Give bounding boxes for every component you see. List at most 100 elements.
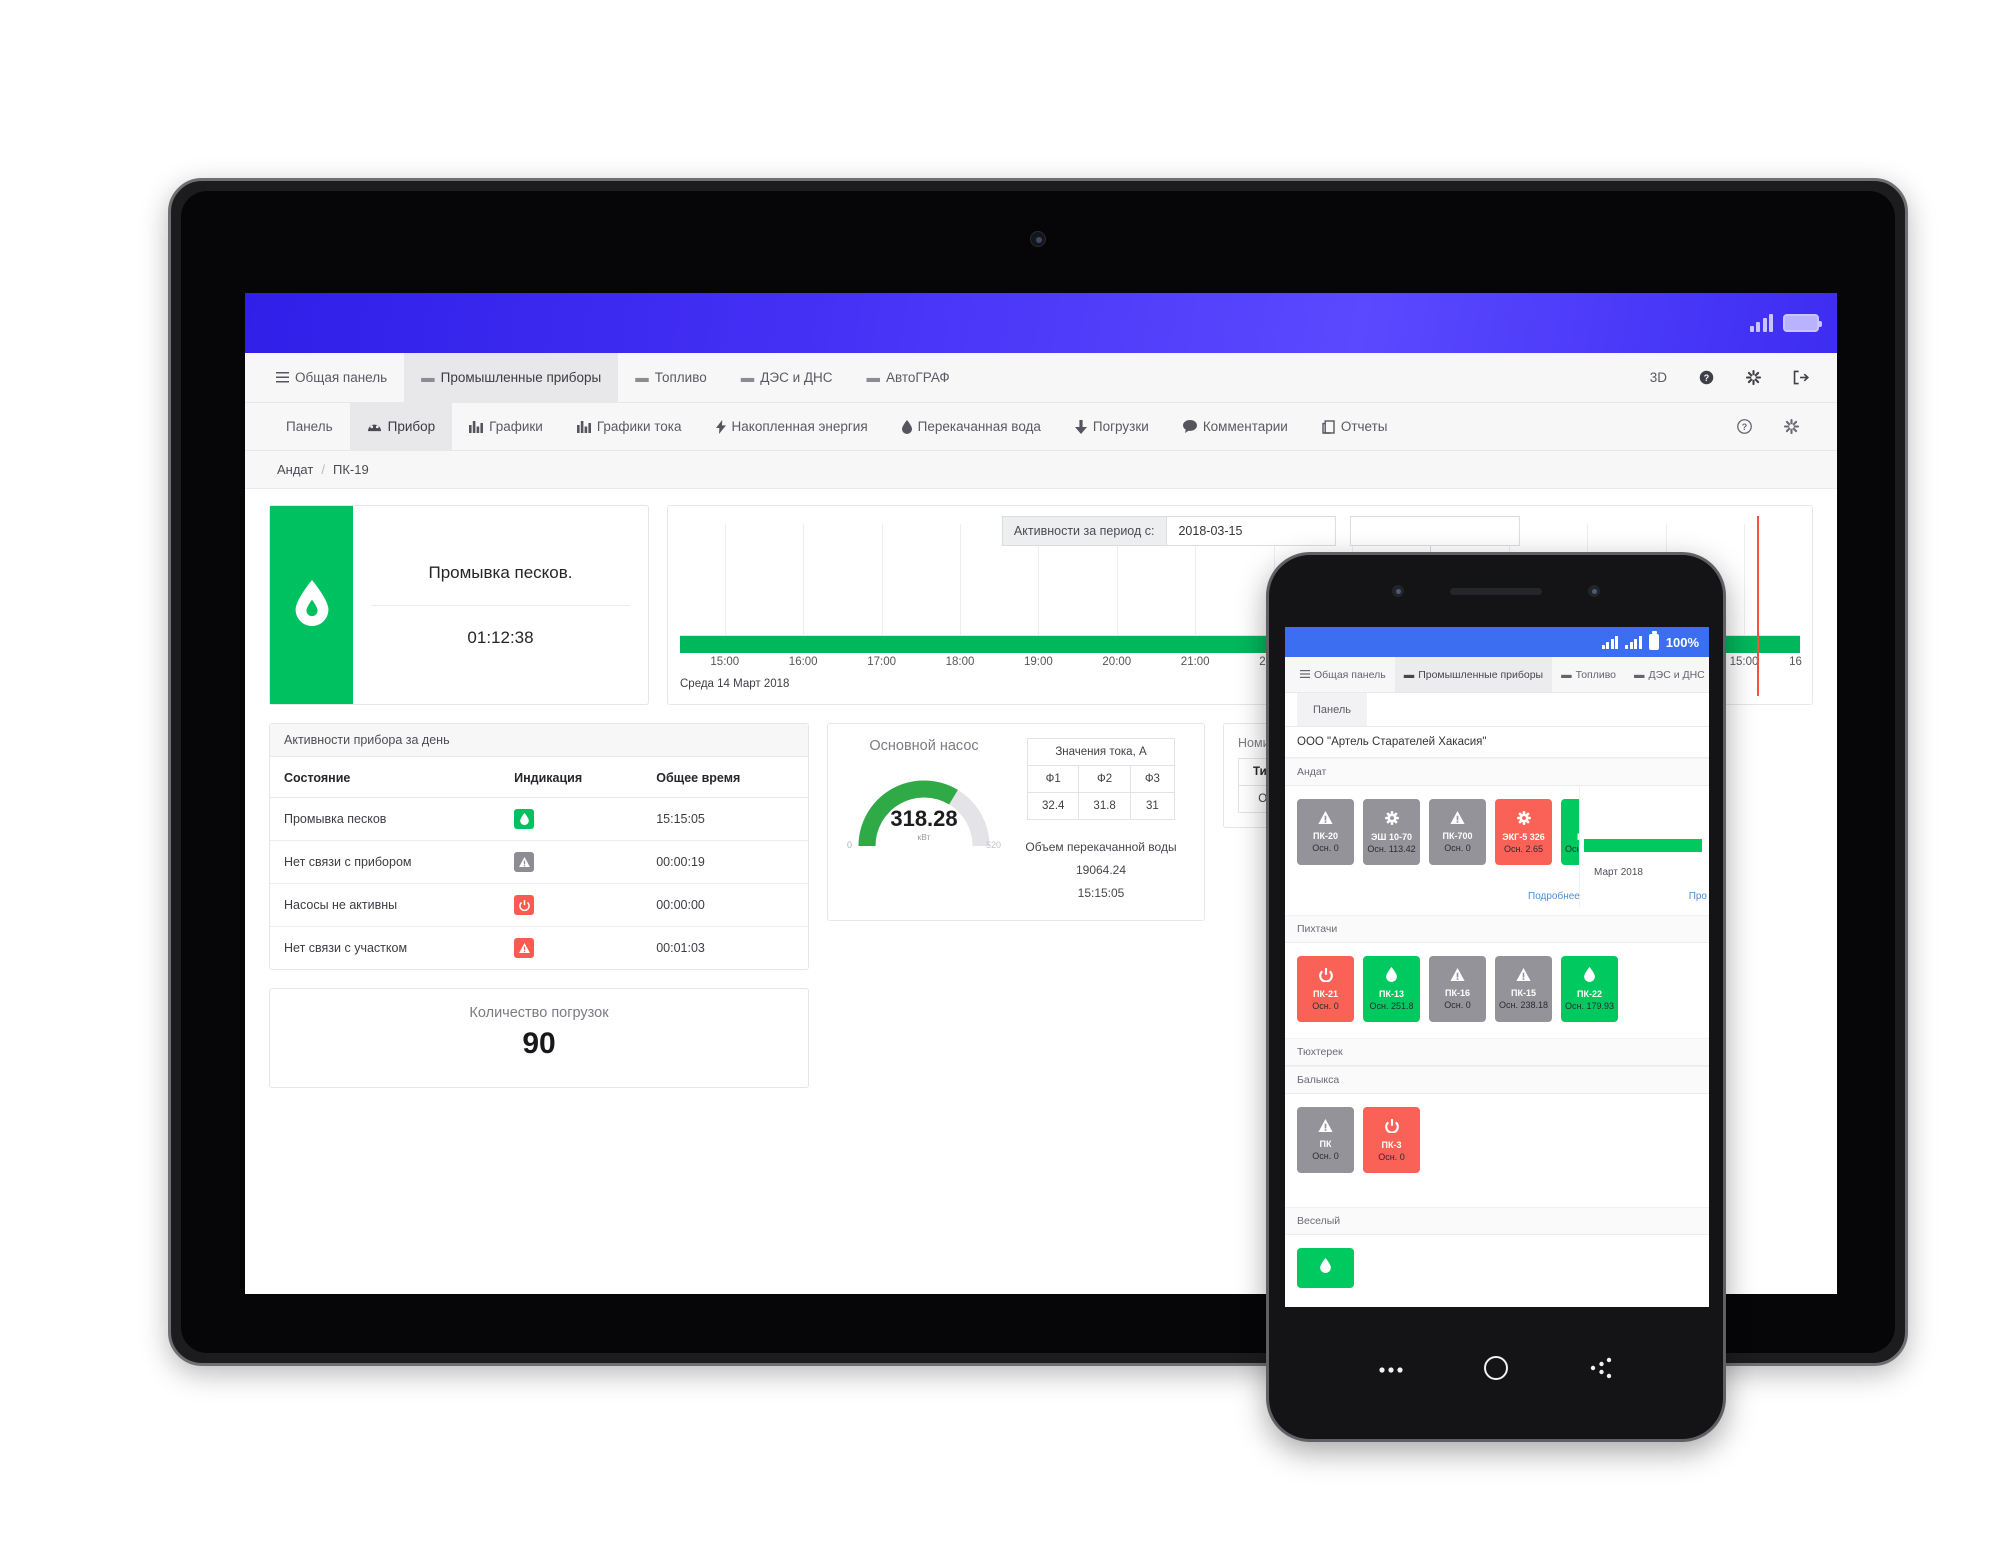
device-tile[interactable]: ПК-3 Осн. 0 <box>1363 1107 1420 1173</box>
device-tile[interactable]: ПК-700 Осн. 0 <box>1429 799 1486 865</box>
device-tile[interactable]: ПК-22 Осн. 179.93 <box>1561 956 1618 1022</box>
value-phase-3: 31 <box>1129 792 1175 820</box>
tab-accumulated-energy[interactable]: Накопленная энергия <box>699 403 885 450</box>
device-tile[interactable]: ПК-20 Осн. 0 <box>1297 799 1354 865</box>
warning-icon <box>1450 811 1465 828</box>
date-to-input[interactable] <box>1349 516 1520 546</box>
details-link-secondary[interactable]: Про <box>1689 891 1707 902</box>
logout-icon <box>1793 370 1809 385</box>
tick-label: 15:00 <box>710 656 740 668</box>
tick-label: 21:00 <box>1180 656 1210 668</box>
settings-button[interactable] <box>1732 370 1775 385</box>
home-icon[interactable] <box>1482 1354 1510 1387</box>
cell-state: Промывка песков <box>270 797 501 841</box>
device-tile[interactable]: ПК-13 Осн. 251.8 <box>1363 956 1420 1022</box>
help-button[interactable]: ? <box>1685 370 1728 385</box>
nav-label: Общая панель <box>295 370 388 385</box>
sub-settings-button[interactable] <box>1770 419 1813 434</box>
tab-reports[interactable]: Отчеты <box>1305 403 1405 450</box>
loads-count-card: Количество погрузок 90 <box>269 988 809 1088</box>
col-indication: Индикация <box>500 757 643 798</box>
bolt-icon <box>715 419 726 434</box>
main-pump-card: Основной насос 318.28 кВт 0 520 Значения… <box>827 723 1205 922</box>
mini-chart-overlay: Март 2018 Подробнее Про <box>1528 787 1709 907</box>
phone-nav-item-dashboard[interactable]: Общая панель <box>1291 657 1395 692</box>
phone-nav-item-industrial-devices[interactable]: ▬ Промышленные приборы <box>1394 657 1553 692</box>
phone-top-bar <box>1269 555 1723 627</box>
tab-device[interactable]: Прибор <box>349 403 453 450</box>
top-navigation: Общая панель ▬ Промышленные приборы ▬ То… <box>245 353 1837 403</box>
hamburger-icon <box>276 372 289 383</box>
device-tile[interactable] <box>1297 1248 1354 1288</box>
table-row: Промывка песков 15:15:05 <box>270 797 808 841</box>
phone-navigation-bar <box>1269 1301 1723 1439</box>
droplet-icon <box>1584 967 1595 986</box>
droplet-icon <box>1386 967 1397 986</box>
svg-text:?: ? <box>1742 422 1747 432</box>
device-status-card: Промывка песков. 01:12:38 <box>269 505 649 705</box>
tab-comments[interactable]: Комментарии <box>1166 403 1305 450</box>
sub-help-button[interactable]: ? <box>1723 419 1766 434</box>
nav-item-3d[interactable]: 3D <box>1636 370 1681 385</box>
phone-tab-panel[interactable]: Панель <box>1297 693 1368 726</box>
nav-item-fuel[interactable]: ▬ Топливо <box>618 353 723 402</box>
device-tile[interactable]: ПК Осн. 0 <box>1297 1107 1354 1173</box>
power-icon <box>514 895 535 915</box>
sub-nav-spacer <box>1405 403 1723 450</box>
nav-label: Промышленные приборы <box>440 370 602 385</box>
group-header-vesely: Веселый <box>1285 1207 1709 1235</box>
pump-title: Основной насос <box>869 738 979 754</box>
nav-item-autograph[interactable]: ▬ АвтоГРАФ <box>850 353 967 402</box>
tab-pumped-water[interactable]: Перекачанная вода <box>885 403 1058 450</box>
value-phase-1: 32.4 <box>1027 792 1080 820</box>
device-tile[interactable]: ЭКГ-5 326 Осн. 2.65 <box>1495 799 1552 865</box>
device-tile[interactable]: ЭШ 10-70 Осн. 113.42 <box>1363 799 1420 865</box>
gauge-max-label: 520 <box>985 840 1001 850</box>
back-icon[interactable] <box>1588 1355 1614 1386</box>
device-name: ПК-3 <box>1381 1139 1402 1150</box>
tick-label: 17:00 <box>867 656 896 668</box>
current-values-table: Значения тока, А Ф1 Ф2 Ф3 32.4 31.8 31 <box>1027 738 1175 820</box>
nav-item-des-dns[interactable]: ▬ ДЭС и ДНС <box>724 353 850 402</box>
breadcrumb-parent[interactable]: Андат <box>277 462 313 477</box>
logout-button[interactable] <box>1779 370 1823 385</box>
water-value: 19064.24 <box>1075 862 1127 877</box>
device-name: ПК-21 <box>1313 988 1338 999</box>
nav-label: АвтоГРАФ <box>886 370 950 385</box>
battery-percent: 100% <box>1665 634 1699 650</box>
device-name: ПК-13 <box>1379 989 1404 999</box>
daily-activities-card: Активности прибора за день Состояние Инд… <box>269 723 809 970</box>
warning-icon <box>514 938 535 958</box>
tab-panel[interactable]: Панель <box>269 403 350 450</box>
cell-total: 00:00:19 <box>642 840 808 884</box>
power-icon <box>1318 967 1333 986</box>
device-tile[interactable]: ПК-21 Осн. 0 <box>1297 956 1354 1022</box>
table-row: Нет связи с прибором 00:00:19 <box>270 840 808 884</box>
report-icon <box>1322 419 1335 434</box>
phone-status-bar: 100% <box>1285 627 1709 657</box>
value-phase-2: 31.8 <box>1078 792 1131 820</box>
phone-nav-item-fuel[interactable]: ▬ Топливо <box>1552 657 1625 692</box>
device-value: Осн. 2.65 <box>1504 843 1543 854</box>
device-value: Осн. 0 <box>1378 1151 1405 1162</box>
details-link[interactable]: Подробнее <box>1528 891 1580 902</box>
status-icon-panel <box>270 506 353 704</box>
recent-apps-icon[interactable] <box>1378 1361 1404 1379</box>
pump-current-section: Значения тока, А Ф1 Ф2 Ф3 32.4 31.8 31 О… <box>1014 738 1188 904</box>
group-header-balyksa: Балыкса <box>1285 1066 1709 1094</box>
front-camera-icon <box>1392 585 1404 597</box>
cell-total: 00:01:03 <box>656 941 705 955</box>
phone-nav-item-des-dns[interactable]: ▬ ДЭС и ДНС <box>1625 657 1709 692</box>
nav-item-industrial-devices[interactable]: ▬ Промышленные приборы <box>404 353 619 402</box>
device-tile[interactable]: ПК-15 Осн. 238.18 <box>1495 956 1552 1022</box>
nav-item-dashboard[interactable]: Общая панель <box>259 353 404 402</box>
tab-current-charts[interactable]: Графики тока <box>560 403 699 450</box>
device-tile[interactable]: ПК-16 Осн. 0 <box>1429 956 1486 1022</box>
date-from-input[interactable]: 2018-03-15 <box>1165 516 1336 546</box>
loads-title: Количество погрузок <box>469 1005 609 1021</box>
power-gauge: 318.28 кВт 0 520 <box>847 760 1001 852</box>
tab-charts[interactable]: Графики <box>452 403 560 450</box>
tab-loads[interactable]: Погрузки <box>1058 403 1166 450</box>
mini-chart-bar <box>1584 839 1702 852</box>
phone-device: 100% Общая панель ▬ Промышленные приборы… <box>1266 552 1726 1442</box>
